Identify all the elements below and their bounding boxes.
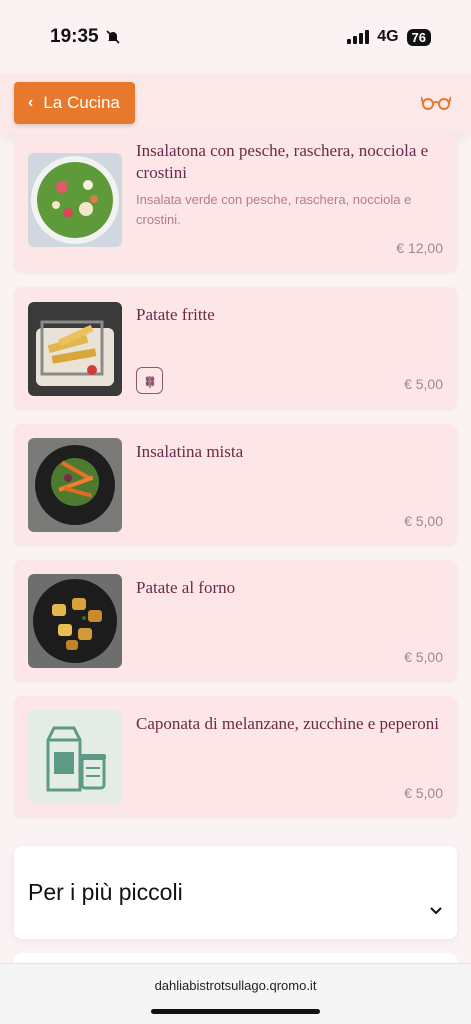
- status-time: 19:35: [50, 26, 121, 48]
- menu-item-description: Insalata verde con pesche, raschera, noc…: [136, 192, 412, 227]
- menu-item[interactable]: Insalatina mista € 5,00: [14, 424, 457, 545]
- silent-bell-icon: [106, 30, 120, 44]
- chevron-left-icon: ‹: [28, 94, 34, 111]
- back-button-label: La Cucina: [43, 93, 120, 112]
- section-per-i-piu-piccoli[interactable]: Per i più piccoli: [14, 846, 457, 939]
- menu-item-title: Insalatona con pesche, raschera, nocciol…: [136, 141, 429, 182]
- status-bar: 19:35 4G 76: [0, 0, 471, 74]
- dish-photo: [28, 302, 122, 396]
- menu-item[interactable]: Patate fritte € 5,00: [14, 287, 457, 409]
- menu-item-price: € 5,00: [404, 376, 443, 392]
- menu-item-price: € 5,00: [404, 513, 443, 529]
- top-nav: ‹ La Cucina: [0, 74, 471, 134]
- battery-icon: 76: [406, 28, 431, 46]
- glasses-icon[interactable]: [421, 94, 451, 110]
- status-indicators: 4G 76: [347, 28, 431, 46]
- menu-item-price: € 5,00: [404, 785, 443, 801]
- home-indicator[interactable]: [151, 1009, 320, 1014]
- menu-item-price: € 5,00: [404, 649, 443, 665]
- chevron-down-icon: [430, 907, 442, 915]
- menu-item[interactable]: Patate al forno € 5,00: [14, 560, 457, 681]
- menu-item-title: Insalatina mista: [136, 442, 244, 461]
- wheat-icon: [136, 367, 163, 394]
- browser-bar: dahliabistrotsullago.qromo.it: [0, 963, 471, 1024]
- menu-item[interactable]: Insalatona con pesche, raschera, nocciol…: [14, 134, 457, 272]
- dish-photo: [28, 438, 122, 532]
- menu-item-title: Patate al forno: [136, 578, 236, 597]
- network-label: 4G: [377, 28, 399, 45]
- menu-item-price: € 12,00: [396, 240, 443, 256]
- back-button[interactable]: ‹ La Cucina: [14, 82, 135, 124]
- menu-item[interactable]: Caponata di melanzane, zucchine e pepero…: [14, 696, 457, 817]
- clock: 19:35: [50, 26, 99, 47]
- section-title: Per i più piccoli: [28, 879, 183, 905]
- signal-icon: [347, 30, 370, 44]
- dish-photo: [28, 153, 122, 247]
- placeholder-food-icon: [28, 710, 122, 804]
- url-label[interactable]: dahliabistrotsullago.qromo.it: [0, 978, 471, 993]
- dish-photo: [28, 574, 122, 668]
- menu-item-title: Patate fritte: [136, 305, 215, 324]
- menu-item-title: Caponata di melanzane, zucchine e pepero…: [136, 714, 440, 733]
